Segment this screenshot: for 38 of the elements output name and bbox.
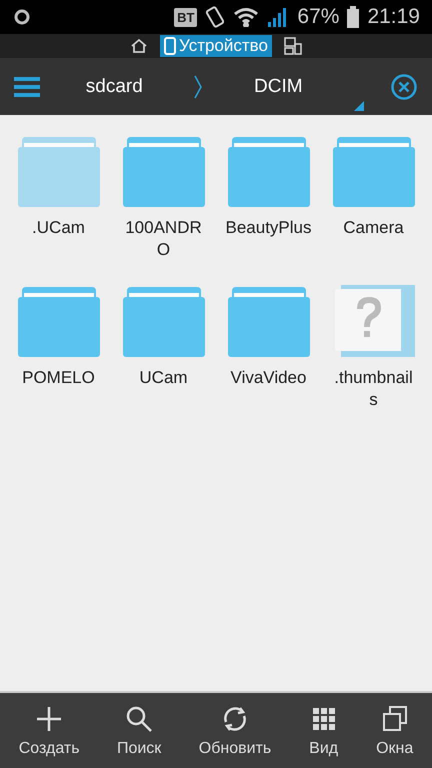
dropdown-corner-icon[interactable] — [354, 100, 364, 110]
file-name: POMELO — [21, 367, 96, 389]
file-name: BeautyPlus — [226, 217, 312, 239]
devices-icon — [284, 37, 302, 55]
folder-icon[interactable] — [18, 285, 100, 357]
phone-icon — [164, 37, 176, 55]
close-icon[interactable] — [390, 72, 418, 100]
menu-icon[interactable] — [14, 76, 40, 96]
phone-rotate-icon — [205, 6, 226, 28]
path-crumb[interactable]: DCIM — [254, 76, 303, 98]
file-name: VivaVideo — [230, 367, 308, 389]
folder-icon[interactable] — [228, 285, 310, 357]
path-crumb[interactable]: sdcard — [86, 76, 143, 98]
file-name: UCam — [138, 367, 189, 389]
wifi-icon — [233, 7, 260, 27]
folder-icon[interactable] — [122, 135, 204, 207]
battery-percent: 67% — [297, 5, 340, 29]
create-button[interactable]: Создать — [14, 700, 84, 762]
file-name: 100ANDRO — [124, 217, 203, 261]
refresh-button[interactable]: Обновить — [194, 700, 276, 762]
home-icon — [130, 38, 148, 54]
view-button[interactable]: Вид — [304, 700, 343, 762]
folder-icon[interactable] — [228, 135, 310, 207]
windows-button[interactable]: Окна — [372, 700, 418, 762]
folder-icon[interactable] — [122, 285, 204, 357]
question-file-icon[interactable] — [332, 285, 414, 357]
carrier-badge: BT — [174, 8, 198, 26]
folder-icon[interactable] — [18, 135, 100, 207]
battery-icon — [347, 6, 360, 28]
file-name: Camera — [342, 217, 405, 239]
clock: 21:19 — [367, 5, 420, 29]
chevron-icon — [194, 74, 202, 98]
circle-icon — [14, 9, 30, 25]
search-button[interactable]: Поиск — [112, 700, 166, 762]
file-name: .thumbnails — [333, 367, 414, 411]
folder-icon[interactable] — [332, 135, 414, 207]
file-name: .UCam — [31, 217, 86, 239]
device-tab[interactable]: Устройство — [160, 35, 272, 57]
